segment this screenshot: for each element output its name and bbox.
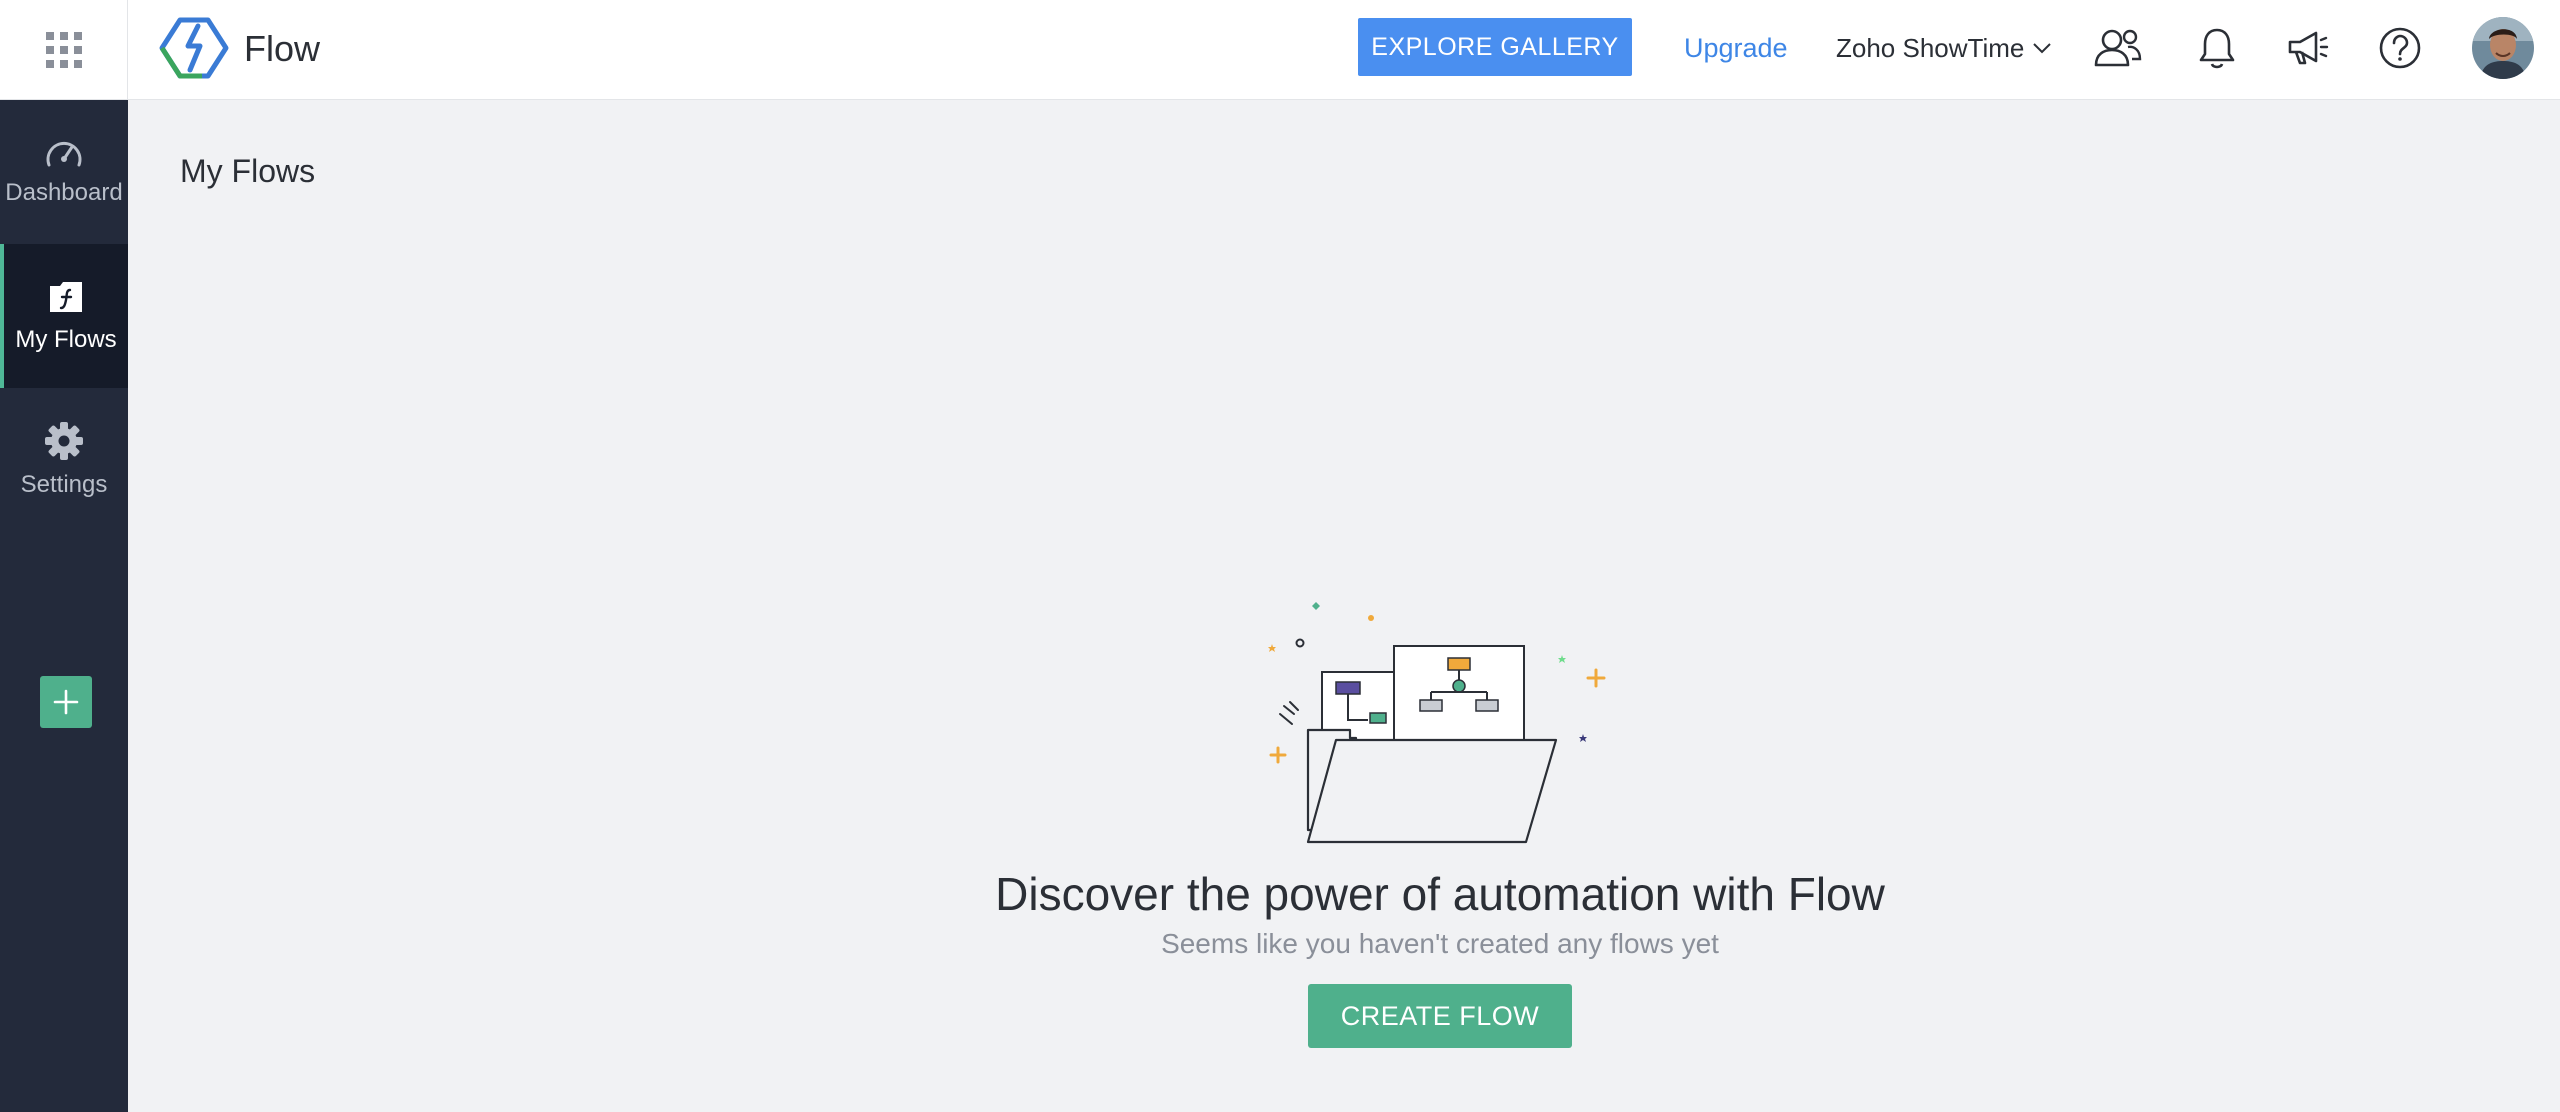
upgrade-link[interactable]: Upgrade (1684, 30, 1788, 66)
empty-state-heading: Discover the power of automation with Fl… (995, 868, 1885, 920)
user-group-icon[interactable] (2090, 20, 2146, 76)
brand-name: Flow (244, 28, 321, 69)
app-grid-icon[interactable] (0, 0, 128, 99)
gear-icon (45, 422, 83, 460)
explore-gallery-button[interactable]: EXPLORE GALLERY (1358, 18, 1632, 76)
page-title: My Flows (180, 153, 316, 189)
plus-icon (53, 689, 79, 715)
megaphone-icon[interactable] (2280, 20, 2336, 76)
sidebar-item-label: Dashboard (5, 179, 123, 206)
flow-logo[interactable] (158, 16, 230, 80)
create-flow-button[interactable]: CREATE FLOW (1308, 984, 1572, 1048)
help-icon[interactable] (2372, 20, 2428, 76)
sidebar-item-settings[interactable]: Settings (0, 388, 128, 532)
sidebar-item-label: Settings (20, 471, 108, 498)
org-selector[interactable]: Zoho ShowTime (1836, 30, 2052, 66)
flows-icon (50, 282, 82, 312)
avatar[interactable] (2472, 17, 2534, 79)
empty-state-subheading: Seems like you haven't created any flows… (1161, 928, 1719, 959)
sidebar-item-dashboard[interactable]: Dashboard (0, 100, 128, 244)
sidebar-item-my-flows[interactable]: My Flows (0, 244, 128, 388)
top-header: Flow EXPLORE GALLERY Upgrade Zoho ShowTi… (0, 0, 2560, 100)
chevron-down-icon (2033, 43, 2052, 54)
sidebar-item-label: My Flows (15, 326, 117, 353)
empty-folder-illustration (1268, 602, 1606, 844)
org-name: Zoho ShowTime (1836, 32, 2025, 63)
dashboard-icon (46, 142, 82, 167)
add-flow-button[interactable] (40, 676, 92, 728)
bell-icon[interactable] (2189, 20, 2245, 76)
